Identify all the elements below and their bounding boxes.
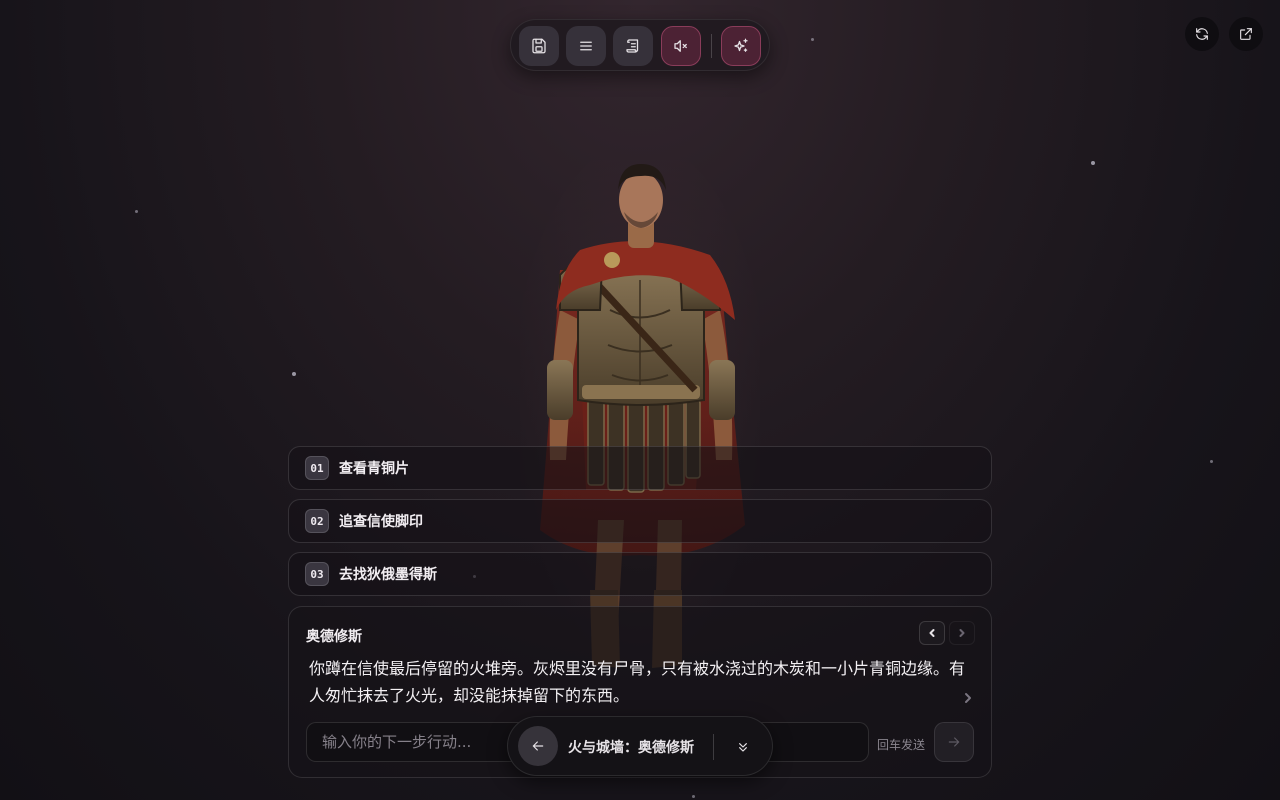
top-toolbar (510, 19, 770, 71)
story-log-button[interactable] (613, 26, 653, 66)
mute-icon (674, 40, 687, 52)
save-button[interactable] (519, 26, 559, 66)
pill-divider (713, 734, 714, 760)
choice-label: 去找狄俄墨得斯 (339, 567, 437, 583)
choice-number: 01 (305, 456, 329, 480)
external-link-button[interactable] (1229, 17, 1263, 51)
choice-number: 03 (305, 562, 329, 586)
star (1091, 161, 1095, 165)
continue-indicator[interactable] (963, 689, 973, 708)
menu-button[interactable] (566, 26, 606, 66)
chevrons-down-icon (739, 743, 747, 752)
arrow-left-icon (532, 741, 544, 751)
star (135, 210, 138, 213)
chevron-left-icon (929, 629, 935, 637)
choice-label: 查看青铜片 (339, 461, 409, 477)
send-button[interactable] (934, 722, 974, 762)
toolbar-divider (711, 34, 712, 58)
menu-icon (580, 41, 592, 51)
sparkles-icon (734, 38, 748, 52)
chevron-right-icon (959, 629, 965, 637)
next-page-button[interactable] (949, 621, 975, 645)
choice-item[interactable]: 02 追查信使脚印 (288, 499, 992, 543)
choice-item[interactable]: 03 去找狄俄墨得斯 (288, 552, 992, 596)
magic-button[interactable] (721, 26, 761, 66)
star (692, 795, 695, 798)
arrow-right-icon (948, 737, 960, 747)
star (811, 38, 814, 41)
back-button[interactable] (518, 726, 558, 766)
story-title: 火与城墙：奥德修斯 (568, 740, 694, 756)
save-icon (532, 38, 546, 54)
narration-text: 你蹲在信使最后停留的火堆旁。灰烬里没有尸骨，只有被水浇过的木炭和一小片青铜边缘。… (309, 659, 966, 705)
external-link-icon (1240, 28, 1252, 40)
story-pill: 火与城墙：奥德修斯 (507, 716, 773, 776)
choice-item[interactable]: 01 查看青铜片 (288, 446, 992, 490)
refresh-icon (1196, 28, 1208, 40)
expand-button[interactable] (730, 737, 756, 757)
mute-button[interactable] (661, 26, 701, 66)
refresh-button[interactable] (1185, 17, 1219, 51)
previous-page-button[interactable] (919, 621, 945, 645)
choice-number: 02 (305, 509, 329, 533)
speaker-name: 奥德修斯 (306, 629, 362, 645)
choice-label: 追查信使脚印 (339, 514, 423, 530)
enter-to-send-hint: 回车发送 (877, 738, 926, 752)
star (292, 372, 296, 376)
scroll-icon (626, 39, 639, 53)
star (1210, 460, 1213, 463)
chevron-right-icon (965, 693, 971, 703)
